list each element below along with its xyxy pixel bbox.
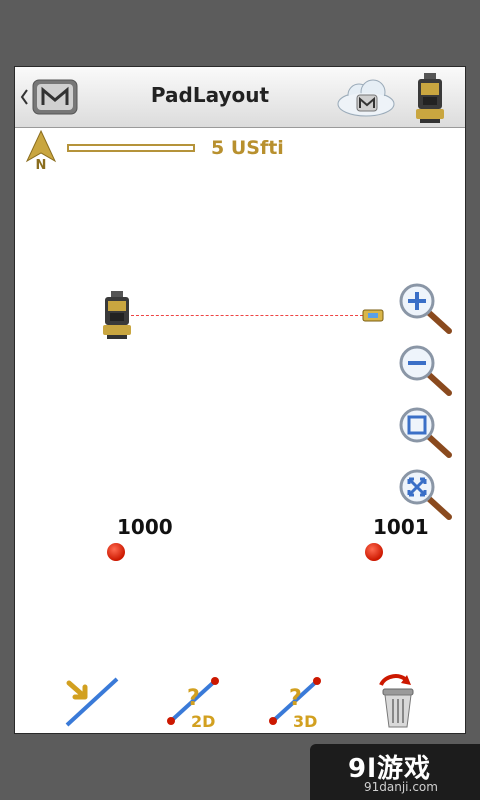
compute-3d-button[interactable]: ? 3D	[263, 675, 325, 731]
watermark: 9l游戏 91danji.com	[310, 744, 480, 800]
app-frame: PadLayout N 5 USfti 1000 1001 ? 2D ? 3D	[14, 66, 466, 734]
tool-2d-label: 2D	[191, 712, 215, 731]
total-station-icon	[416, 73, 444, 123]
scale-bar	[67, 144, 195, 152]
watermark-sub: 91danji.com	[364, 780, 438, 794]
point-marker-1000[interactable]	[107, 543, 125, 561]
point-label-1000: 1000	[117, 515, 173, 539]
prism-target-icon	[362, 309, 384, 322]
zoom-extents-icon	[399, 407, 452, 458]
stakeout-line-button[interactable]	[61, 675, 123, 731]
question-icon: ?	[187, 686, 200, 711]
total-station-icon	[103, 291, 131, 339]
prism-target-marker[interactable]	[361, 305, 385, 325]
north-label: N	[36, 158, 47, 171]
instrument-status-button[interactable]	[413, 71, 447, 125]
north-arrow-icon: N	[25, 129, 57, 173]
compute-2d-button[interactable]: ? 2D	[161, 675, 223, 731]
zoom-in-icon	[399, 283, 452, 334]
zoom-out-icon	[399, 345, 452, 396]
trash-icon	[379, 674, 414, 728]
cloud-sync-icon	[337, 79, 395, 117]
instrument-marker[interactable]	[99, 289, 135, 343]
north-arrow: N	[23, 129, 59, 173]
back-button[interactable]	[19, 77, 81, 117]
line-query-3d-icon: ? 3D	[269, 677, 321, 731]
question-icon: ?	[289, 686, 302, 711]
scale-label: 5 USfti	[211, 137, 284, 159]
zoom-extents-button[interactable]	[397, 407, 455, 461]
zoom-in-button[interactable]	[397, 283, 455, 337]
delete-button[interactable]	[367, 671, 429, 728]
app-header: PadLayout	[15, 67, 465, 128]
point-marker-1001[interactable]	[365, 543, 383, 561]
tool-3d-label: 3D	[293, 712, 317, 731]
line-query-2d-icon: ? 2D	[167, 677, 219, 731]
stakeout-line-icon	[65, 677, 119, 727]
zoom-out-button[interactable]	[397, 345, 455, 399]
measurement-line	[131, 315, 363, 316]
point-label-1001: 1001	[373, 515, 429, 539]
m-logo-back-icon	[20, 79, 78, 115]
cloud-sync-button[interactable]	[335, 77, 397, 119]
page-title: PadLayout	[150, 83, 270, 107]
